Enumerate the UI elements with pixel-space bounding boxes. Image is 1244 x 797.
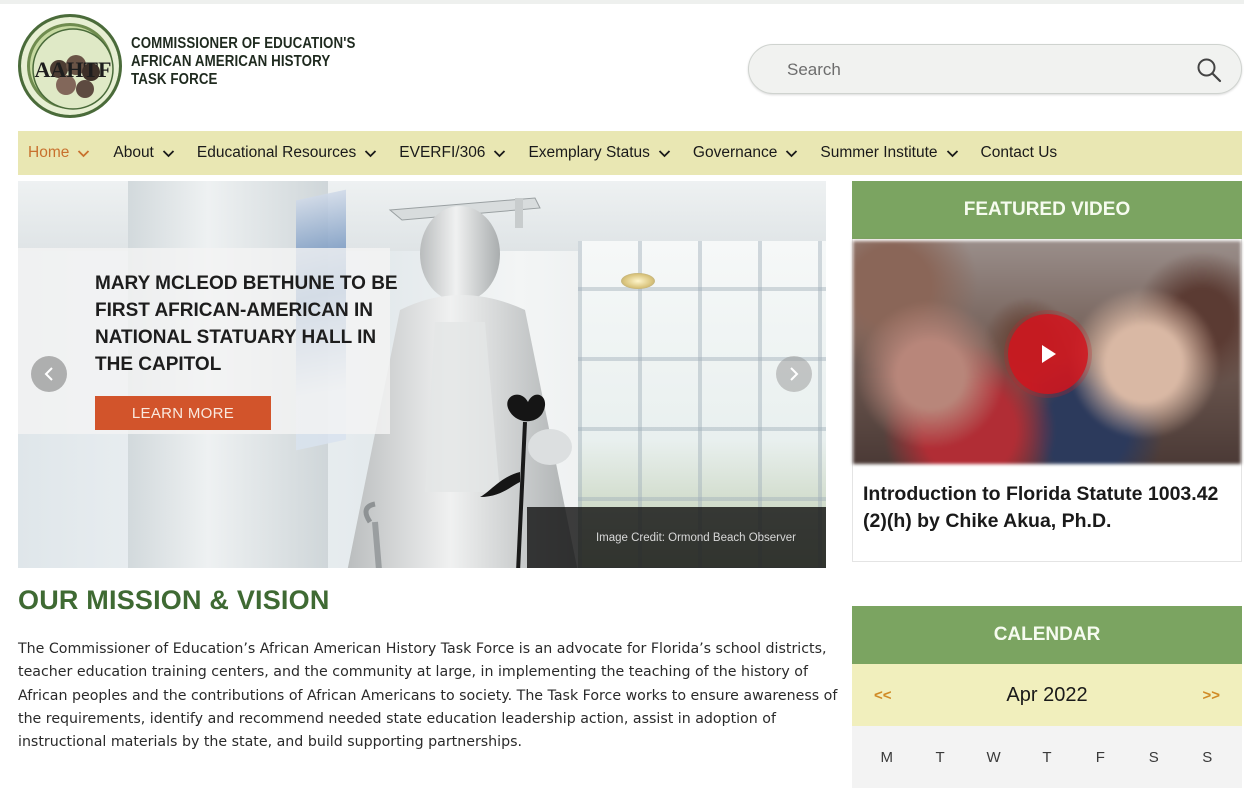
image-credit: Image Credit: Ormond Beach Observer xyxy=(527,507,826,568)
search-box xyxy=(748,44,1242,94)
nav-item-contact-us[interactable]: Contact Us xyxy=(981,144,1058,162)
chevron-down-icon xyxy=(78,149,90,157)
nav-item-home[interactable]: Home xyxy=(28,144,90,162)
chevron-down-icon xyxy=(946,149,958,157)
main-nav: Home About Educational Resources EVERFI/… xyxy=(18,131,1242,175)
calendar-month: Apr 2022 xyxy=(1006,683,1088,706)
nav-item-label: About xyxy=(113,144,154,161)
nav-item-label: Governance xyxy=(692,144,778,161)
play-button[interactable] xyxy=(1008,314,1088,394)
task-force-seal-logo[interactable]: AAHTF xyxy=(18,14,122,118)
nav-item-label: Exemplary Status xyxy=(528,144,650,161)
learn-more-button[interactable]: LEARN MORE xyxy=(95,396,271,430)
search-icon[interactable] xyxy=(1195,56,1223,84)
calendar-prev-button[interactable]: << xyxy=(874,687,892,704)
slider-prev-button[interactable] xyxy=(31,356,67,392)
chevron-right-icon xyxy=(790,367,799,381)
calendar-next-button[interactable]: >> xyxy=(1202,687,1220,704)
weekday-label: W xyxy=(986,748,1001,766)
weekday-label: M xyxy=(880,748,893,766)
site-title-line: COMMISSIONER OF EDUCATION'S xyxy=(131,35,356,52)
calendar-month-bar: << Apr 2022 >> xyxy=(852,664,1242,726)
nav-item-about[interactable]: About xyxy=(113,144,175,162)
featured-video-heading: FEATURED VIDEO xyxy=(852,181,1242,239)
nav-item-label: Educational Resources xyxy=(196,144,357,161)
chevron-down-icon xyxy=(786,149,798,157)
logo-acronym: AAHTF xyxy=(34,57,112,82)
play-icon xyxy=(1042,345,1056,363)
weekday-label: F xyxy=(1095,748,1105,766)
top-border xyxy=(0,0,1244,4)
weekday-label: S xyxy=(1202,748,1213,766)
mission-text: The Commissioner of Education’s African … xyxy=(18,641,838,751)
nav-item-educational-resources[interactable]: Educational Resources xyxy=(197,144,377,162)
calendar-weekdays: M T W T F S S xyxy=(852,726,1242,788)
nav-item-label: EVERFI/306 xyxy=(399,144,486,161)
site-title[interactable]: COMMISSIONER OF EDUCATION'S AFRICAN AMER… xyxy=(131,35,355,89)
weekday-label: T xyxy=(935,748,945,766)
chevron-down-icon xyxy=(162,149,175,157)
slide-headline: MARY MCLEOD BETHUNE TO BE FIRST AFRICAN-… xyxy=(95,273,398,375)
nav-item-governance[interactable]: Governance xyxy=(693,144,798,162)
chevron-left-icon xyxy=(44,367,53,381)
chevron-down-icon xyxy=(494,149,506,157)
weekday-label: S xyxy=(1148,748,1159,766)
nav-item-exemplary-status[interactable]: Exemplary Status xyxy=(528,144,671,162)
site-title-line: TASK FORCE xyxy=(131,71,218,88)
slider-next-button[interactable] xyxy=(776,356,812,392)
nav-item-label: Summer Institute xyxy=(820,144,938,161)
nav-item-label: Home xyxy=(28,144,70,161)
nav-item-label: Contact Us xyxy=(980,144,1058,161)
nav-item-everfi[interactable]: EVERFI/306 xyxy=(399,144,506,162)
video-title[interactable]: Introduction to Florida Statute 1003.42 … xyxy=(863,481,1235,535)
nav-item-summer-institute[interactable]: Summer Institute xyxy=(820,144,958,162)
chevron-down-icon xyxy=(365,149,377,157)
site-title-line: AFRICAN AMERICAN HISTORY xyxy=(131,53,331,70)
calendar-heading: CALENDAR xyxy=(852,606,1242,664)
weekday-label: T xyxy=(1042,748,1052,766)
chevron-down-icon xyxy=(658,149,671,157)
mission-heading: OUR MISSION & VISION xyxy=(18,585,330,615)
search-input[interactable] xyxy=(787,57,1167,83)
